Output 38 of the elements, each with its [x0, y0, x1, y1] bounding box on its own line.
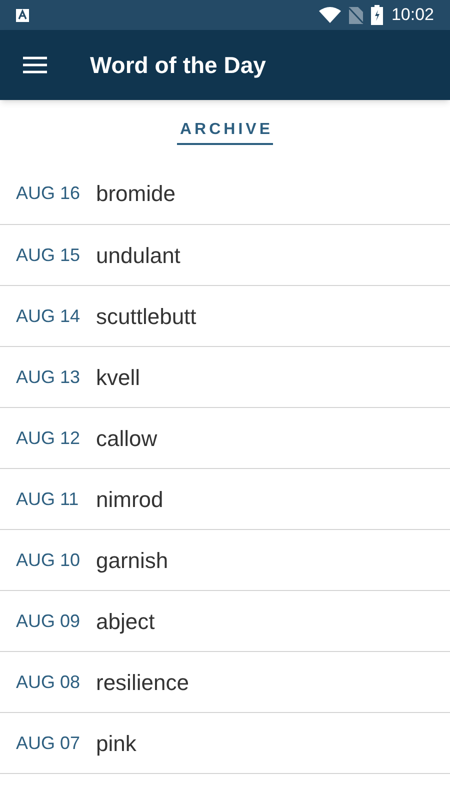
entry-date: AUG 09 [16, 610, 82, 632]
entry-date: AUG 14 [16, 304, 82, 328]
archive-row[interactable]: AUG 12 callow [0, 407, 450, 468]
entry-word: nimrod [96, 486, 164, 514]
entry-date: AUG 10 [16, 548, 82, 572]
section-heading: ARCHIVE [176, 118, 273, 145]
entry-date: AUG 11 [16, 488, 80, 510]
entry-word: garnish [96, 546, 168, 575]
battery-charging-icon [371, 5, 384, 25]
app-title: Word of the Day [90, 50, 266, 80]
archive-row[interactable]: AUG 10 garnish [0, 529, 450, 590]
entry-date: AUG 08 [16, 670, 82, 694]
entry-word: scuttlebutt [96, 302, 196, 330]
archive-row[interactable]: AUG 07 pink [0, 712, 450, 773]
entry-word: undulant [96, 242, 180, 270]
archive-row[interactable]: AUG 15 undulant [0, 224, 450, 285]
archive-row[interactable]: AUG 16 bromide [0, 163, 450, 224]
entry-word: kvell [96, 364, 140, 392]
entry-date: AUG 15 [16, 244, 82, 266]
clock: 10:02 [391, 4, 434, 26]
entry-date: AUG 07 [16, 732, 82, 754]
entry-word: abject [96, 608, 155, 636]
entry-date: AUG 13 [16, 366, 82, 388]
wifi-icon [319, 7, 342, 23]
app-notification-icon [16, 8, 29, 22]
menu-icon [23, 56, 47, 74]
archive-row[interactable]: AUG 11 nimrod [0, 468, 450, 529]
archive-row[interactable]: AUG 09 abject [0, 590, 450, 651]
archive-row[interactable]: AUG 08 resilience [0, 651, 450, 712]
entry-date: AUG 12 [16, 426, 82, 450]
no-sim-icon [349, 6, 364, 24]
archive-row[interactable]: AUG 13 kvell [0, 346, 450, 407]
entry-word: callow [96, 424, 158, 452]
entry-word: bromide [96, 180, 176, 208]
entry-word: resilience [96, 668, 189, 696]
archive-row[interactable]: AUG 14 scuttlebutt [0, 285, 450, 346]
entry-word: pink [96, 730, 136, 758]
entry-date: AUG 16 [16, 182, 82, 205]
